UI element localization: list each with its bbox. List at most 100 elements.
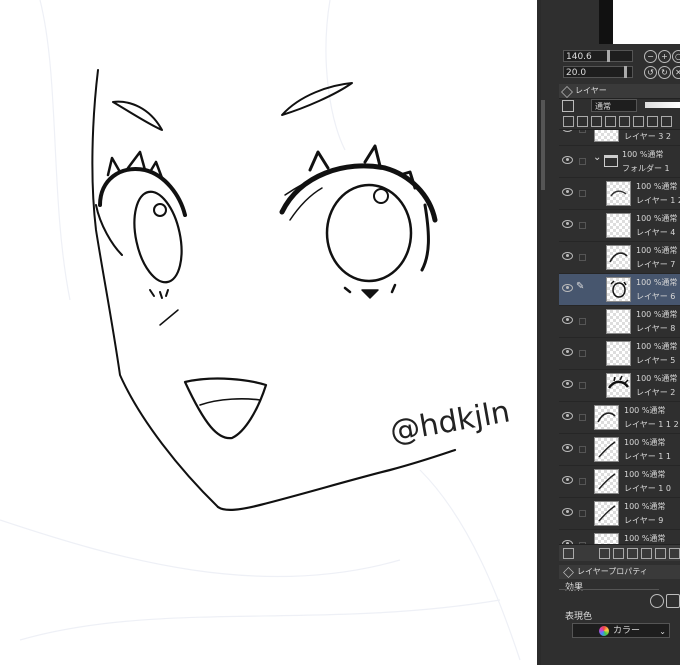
blend-mode-select[interactable]: 通常 [591, 99, 637, 112]
layer-row[interactable]: 100 %通常 レイヤー 2 [559, 370, 680, 402]
brush-size-field[interactable]: 140.6 [563, 50, 633, 62]
lock-toggle-icon[interactable] [579, 446, 586, 453]
rotate-left-icon[interactable]: ↺ [644, 66, 657, 79]
layer-bottom-toolbar [559, 544, 680, 561]
visibility-eye-icon[interactable] [562, 316, 573, 324]
layer-blend-info: 100 %通常 [636, 310, 678, 319]
layer-row[interactable]: 100 %通常 [559, 530, 680, 544]
clip-icon[interactable] [563, 116, 574, 127]
layer-thumbnail [594, 533, 619, 544]
layer-thumbnail [594, 130, 619, 142]
brush-size-knob[interactable] [607, 50, 610, 62]
layer-opacity-slider[interactable] [645, 102, 680, 108]
tab-layer[interactable]: レイヤー [559, 84, 607, 98]
ruler-icon[interactable] [647, 116, 658, 127]
new-vector-layer-icon[interactable] [613, 548, 624, 559]
visibility-eye-icon[interactable] [562, 284, 573, 292]
merge-layer-icon[interactable] [641, 548, 652, 559]
brush-opacity-field[interactable]: 20.0 [563, 66, 633, 78]
visibility-eye-icon[interactable] [562, 252, 573, 260]
layer-row[interactable]: ⌄ 100 %通常 フォルダー 1 [559, 146, 680, 178]
layer-row[interactable]: 100 %通常 レイヤー 4 [559, 210, 680, 242]
layer-row[interactable]: 100 %通常 レイヤー 1 1 [559, 434, 680, 466]
mask-icon[interactable] [633, 116, 644, 127]
visibility-eye-icon[interactable] [562, 444, 573, 452]
brush-opacity-row[interactable]: 20.0 ↺ ↻ ✕ [559, 66, 680, 79]
layer-toolbar [559, 114, 680, 130]
folder-chevron-icon[interactable]: ⌄ [593, 152, 601, 163]
layer-name: レイヤー 9 [624, 516, 664, 525]
layer-row[interactable]: 100 %通常 レイヤー 8 [559, 306, 680, 338]
tone-effect-icon[interactable] [666, 594, 680, 608]
brush-size-row[interactable]: 140.6 − + ○ [559, 50, 680, 63]
blend-mode-row: 通常 [559, 99, 680, 113]
rotate-right-icon[interactable]: ↻ [658, 66, 671, 79]
color-icon[interactable] [661, 116, 672, 127]
layer-row[interactable]: 100 %通常 レイヤー 1 1 2 [559, 402, 680, 434]
visibility-eye-icon[interactable] [562, 156, 573, 164]
lock-alpha-icon[interactable] [619, 116, 630, 127]
lock-toggle-icon[interactable] [579, 222, 586, 229]
layer-row[interactable]: レイヤー 3 2 [559, 130, 680, 146]
new-folder-icon[interactable] [627, 548, 638, 559]
visibility-eye-icon[interactable] [562, 476, 573, 484]
navigator-preview [599, 0, 680, 44]
visibility-eye-icon[interactable] [562, 508, 573, 516]
layer-color-icon[interactable] [562, 100, 574, 112]
layer-row[interactable]: 100 %通常 レイヤー 5 [559, 338, 680, 370]
lock-toggle-icon[interactable] [579, 350, 586, 357]
panel-menu-icon[interactable] [563, 548, 574, 559]
effect-separator [559, 589, 659, 590]
layer-thumbnail [594, 405, 619, 430]
visibility-eye-icon[interactable] [562, 188, 573, 196]
layer-blend-info: 100 %通常 [624, 502, 666, 511]
lock-icon[interactable] [605, 116, 616, 127]
visibility-eye-icon[interactable] [562, 412, 573, 420]
layer-row[interactable]: 100 %通常 レイヤー 9 [559, 498, 680, 530]
drawing-canvas[interactable]: @hdkjln [0, 0, 537, 665]
layer-name: レイヤー 2 [636, 388, 676, 397]
lock-toggle-icon[interactable] [579, 478, 586, 485]
border-effect-icon[interactable] [650, 594, 664, 608]
lock-toggle-icon[interactable] [579, 382, 586, 389]
brush-opacity-knob[interactable] [624, 66, 627, 78]
layer-blend-info: 100 %通常 [636, 214, 678, 223]
delete-layer-icon[interactable] [669, 548, 680, 559]
lock-toggle-icon[interactable] [579, 254, 586, 261]
reset-icon[interactable]: ✕ [672, 66, 680, 79]
layer-thumbnail [594, 501, 619, 526]
lock-toggle-icon[interactable] [579, 130, 586, 133]
zoom-in-icon[interactable]: + [658, 50, 671, 63]
expression-color-select[interactable]: カラー ⌄ [572, 623, 670, 638]
lock-toggle-icon[interactable] [579, 414, 586, 421]
lock-toggle-icon[interactable] [579, 510, 586, 517]
layer-blend-info: 100 %通常 [636, 278, 678, 287]
layer-row[interactable]: 100 %通常 レイヤー 7 [559, 242, 680, 274]
layer-row[interactable]: ✎ 100 %通常 レイヤー 6 [559, 274, 680, 306]
lock-toggle-icon[interactable] [579, 158, 586, 165]
visibility-eye-icon[interactable] [562, 380, 573, 388]
layer-row[interactable]: 100 %通常 レイヤー 1 0 [559, 466, 680, 498]
layer-name: レイヤー 3 2 [624, 132, 672, 141]
zoom-out-icon[interactable]: − [644, 50, 657, 63]
layer-list[interactable]: レイヤー 3 2 ⌄ 100 %通常 フォルダー 1 100 %通常 レイヤー 1 2 10… [559, 130, 680, 544]
dock-scrollbar[interactable] [541, 100, 545, 190]
layer-tab-bar: レイヤー [559, 84, 680, 99]
layer-property-tab[interactable]: レイヤープロパティ [559, 565, 680, 579]
layer-row[interactable]: 100 %通常 レイヤー 1 2 [559, 178, 680, 210]
lock-toggle-icon[interactable] [579, 318, 586, 325]
visibility-eye-icon[interactable] [562, 348, 573, 356]
duplicate-layer-icon[interactable] [655, 548, 666, 559]
visibility-eye-icon[interactable] [562, 220, 573, 228]
layer-name: フォルダー 1 [622, 164, 670, 173]
layer-blend-info: 100 %通常 [624, 470, 666, 479]
expression-color-value: カラー [613, 626, 641, 636]
reference-icon[interactable] [577, 116, 588, 127]
layer-thumbnail [606, 181, 631, 206]
layer-property-tab-label: レイヤープロパティ [577, 567, 648, 576]
draft-icon[interactable] [591, 116, 602, 127]
visibility-eye-icon[interactable] [562, 130, 573, 132]
fit-icon[interactable]: ○ [672, 50, 680, 63]
new-raster-layer-icon[interactable] [599, 548, 610, 559]
lock-toggle-icon[interactable] [579, 190, 586, 197]
